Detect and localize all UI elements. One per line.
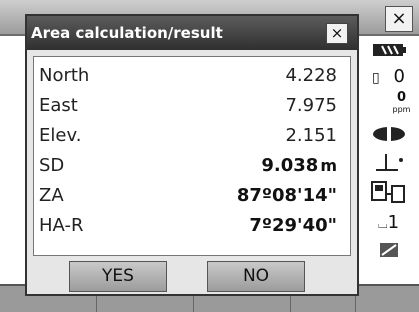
communication-icon [358,180,419,208]
ha-r-label: HA-R [39,215,84,236]
za-label: ZA [39,185,64,206]
result-row-north: North 4.228 [34,61,350,91]
background-close-button[interactable]: × [385,6,413,32]
east-value: 7.975 [285,95,337,116]
sd-value: 9.038 [261,155,319,176]
result-row-elev: Elev. 2.151 [34,121,350,151]
prism-constant: ▯ 0 [372,66,405,87]
result-row-east: East 7.975 [34,91,350,121]
dialog-close-button[interactable]: × [326,23,348,44]
area-result-dialog: Area calculation/result × North 4.228 Ea… [25,14,359,296]
north-label: North [39,65,90,86]
dialog-title: Area calculation/result [31,24,223,42]
sd-unit: m [320,156,337,175]
ha-r-value: 7º29'40" [249,215,337,236]
yes-button[interactable]: YES [69,261,167,292]
sd-value-group: 9.038 m [261,151,337,181]
prism-icon: ▯ [372,70,380,86]
ppm-indicator: 0 ppm [392,90,411,114]
battery-icon [358,42,419,62]
east-label: East [39,95,78,116]
sd-card-icon [358,242,419,262]
sd-label: SD [39,155,65,176]
result-row-sd: SD 9.038 m [34,151,350,181]
za-value: 87º08'14" [236,185,337,206]
status-panel: ▯ 0 0 ppm ⌴1 [358,36,419,284]
result-row-za: ZA 87º08'14" [34,181,350,211]
laser-icon [358,126,419,146]
tilt-icon [358,152,419,178]
face-indicator: ⌴1 [377,212,400,233]
result-row-ha-r: HA-R 7º29'40" [34,211,350,241]
north-value: 4.228 [285,65,337,86]
elev-label: Elev. [39,125,82,146]
no-button[interactable]: NO [207,261,305,292]
result-panel: North 4.228 East 7.975 Elev. 2.151 SD 9.… [33,56,351,256]
elev-value: 2.151 [285,125,337,146]
dialog-title-bar: Area calculation/result × [27,16,357,50]
